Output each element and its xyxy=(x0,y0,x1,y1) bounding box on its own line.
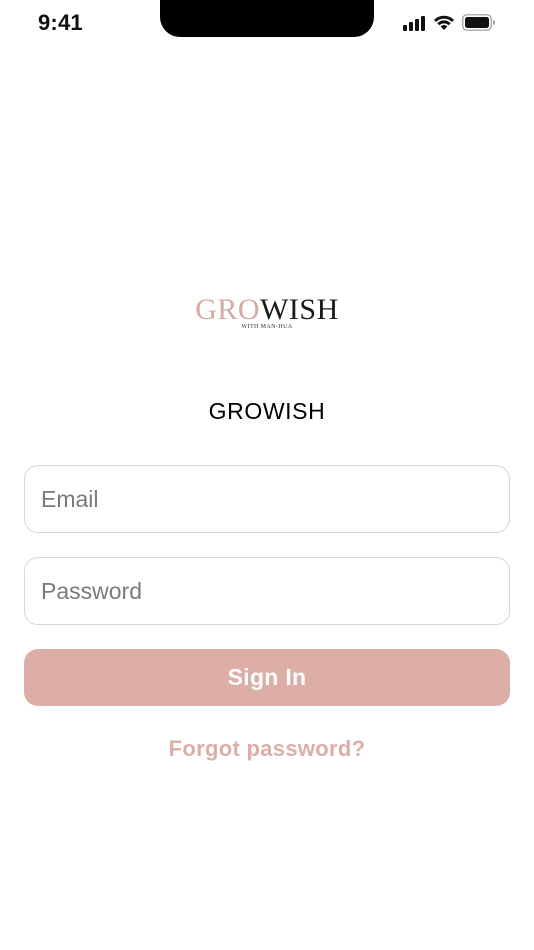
forgot-password-link[interactable]: Forgot password? xyxy=(0,736,534,762)
growish-logo: GROWISH WITH MAN-HUA xyxy=(0,293,534,331)
battery-icon xyxy=(462,14,495,31)
page-title: GROWISH xyxy=(208,398,326,424)
email-field[interactable] xyxy=(24,465,510,533)
sign-in-button[interactable]: Sign In xyxy=(24,649,510,706)
logo-text-gro: GRO xyxy=(195,293,261,326)
cellular-signal-icon xyxy=(403,15,425,31)
status-icons xyxy=(402,14,496,31)
logo-text-wish: WISH xyxy=(260,293,339,326)
device-notch xyxy=(160,0,374,37)
logo-tagline: WITH MAN-HUA xyxy=(241,324,293,330)
wifi-icon xyxy=(434,15,454,30)
status-time: 9:41 xyxy=(38,10,83,35)
status-bar: 9:41 xyxy=(0,0,534,50)
password-field[interactable] xyxy=(24,557,510,625)
